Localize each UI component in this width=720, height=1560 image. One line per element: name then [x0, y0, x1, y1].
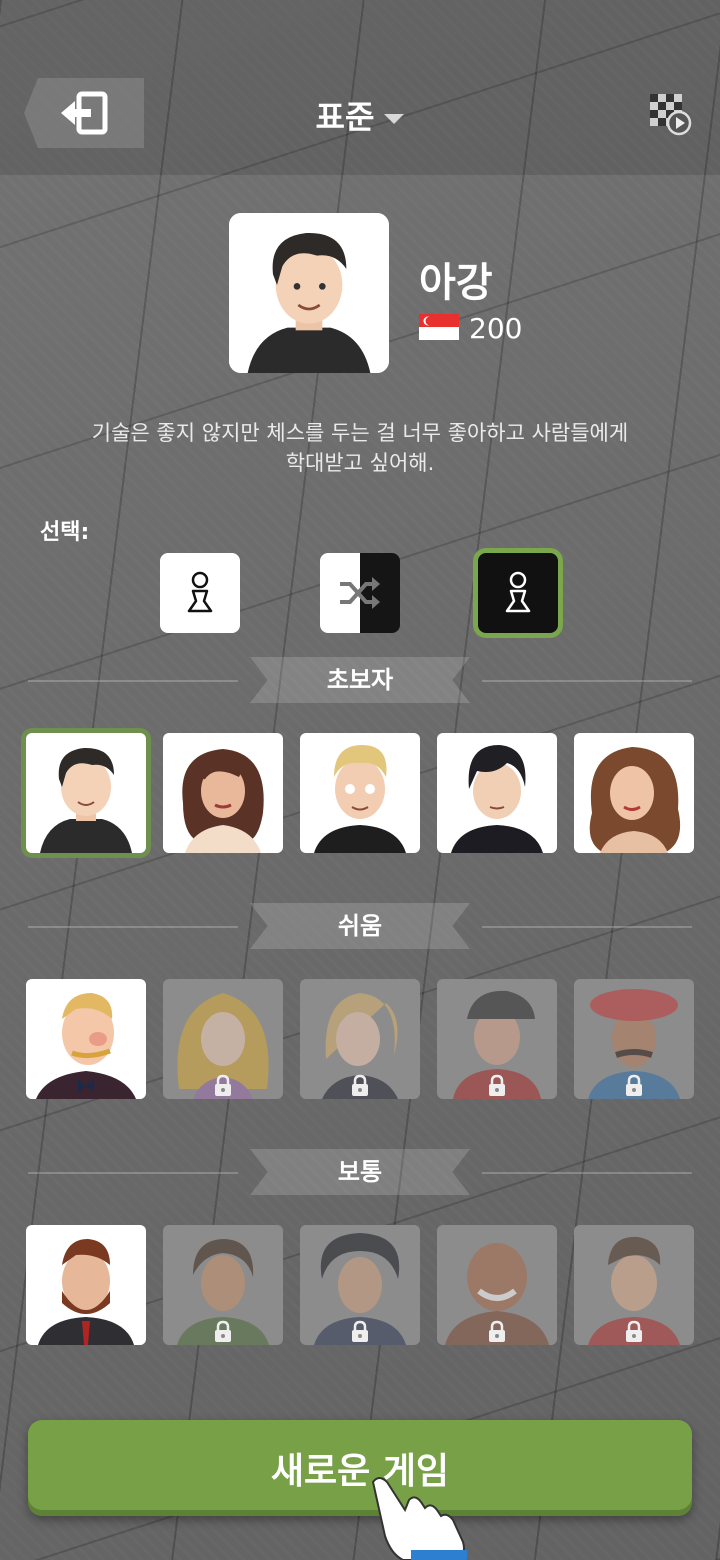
bot-avatar[interactable]	[300, 733, 420, 853]
section-header-normal: 보통	[0, 1149, 720, 1195]
lock-icon	[489, 1320, 505, 1342]
lock-icon	[489, 1074, 505, 1096]
bot-avatar-locked[interactable]	[574, 1225, 694, 1345]
bot-name: 아강	[419, 260, 493, 306]
lock-icon	[352, 1320, 368, 1342]
lock-icon	[215, 1074, 231, 1096]
shuffle-icon	[340, 577, 380, 609]
bot-description-line: 학대받고 싶어해.	[285, 451, 435, 475]
color-select-label: 선택:	[40, 520, 90, 545]
section-header-easy: 쉬움	[0, 903, 720, 949]
bot-avatar[interactable]	[163, 733, 283, 853]
bot-avatar-locked[interactable]	[300, 979, 420, 1099]
bot-avatar[interactable]	[437, 733, 557, 853]
selected-bot-avatar	[229, 213, 389, 373]
bot-description: 기술은 좋지 않지만 체스를 두는 걸 너무 좋아하고 사람들에게 학대받고 싶…	[40, 418, 680, 478]
lock-icon	[626, 1074, 642, 1096]
bot-avatar-locked[interactable]	[163, 1225, 283, 1345]
bot-avatar-locked[interactable]	[437, 979, 557, 1099]
play-black-button[interactable]	[478, 553, 558, 633]
section-title: 초보자	[250, 657, 470, 703]
section-header-beginner: 초보자	[0, 657, 720, 703]
bot-avatar[interactable]	[26, 733, 146, 853]
lock-icon	[352, 1074, 368, 1096]
game-mode-label: 표준	[315, 98, 375, 136]
pointer-hand-icon	[371, 1477, 467, 1560]
bot-avatar-locked[interactable]	[300, 1225, 420, 1345]
play-white-button[interactable]	[160, 553, 240, 633]
caret-down-icon	[384, 114, 405, 124]
lock-icon	[626, 1320, 642, 1342]
pawn-icon	[505, 571, 531, 613]
bot-avatar-locked[interactable]	[437, 1225, 557, 1345]
section-title: 쉬움	[250, 903, 470, 949]
bot-avatar-locked[interactable]	[163, 979, 283, 1099]
bot-rating: 200	[469, 312, 523, 345]
bot-avatar-locked[interactable]	[574, 979, 694, 1099]
play-random-button[interactable]	[320, 553, 400, 633]
lock-icon	[215, 1320, 231, 1342]
bot-description-line: 기술은 좋지 않지만 체스를 두는 걸 너무 좋아하고 사람들에게	[91, 421, 629, 445]
flag-icon	[419, 314, 459, 340]
bot-avatar[interactable]	[26, 979, 146, 1099]
game-mode-selector[interactable]: 표준	[0, 92, 720, 138]
pawn-icon	[187, 571, 213, 613]
bot-avatar[interactable]	[26, 1225, 146, 1345]
bot-avatar[interactable]	[574, 733, 694, 853]
section-title: 보통	[250, 1149, 470, 1195]
replay-icon[interactable]	[648, 92, 692, 136]
